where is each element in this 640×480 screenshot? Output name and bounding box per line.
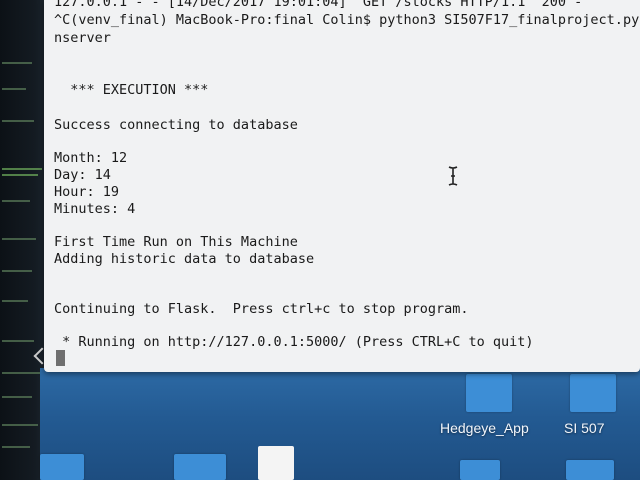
terminal-line: 127.0.0.1 - - [14/Dec/2017 19:01:04] "GE…	[54, 0, 583, 10]
terminal-line: Success connecting to database	[54, 117, 298, 133]
terminal-line: Month: 12	[54, 150, 128, 166]
desktop-folder-icon[interactable]	[174, 454, 226, 480]
terminal-line: Adding historic data to database	[54, 251, 315, 267]
terminal-line: nserver	[54, 30, 111, 46]
desktop: Hedgeye_App SI 507	[40, 368, 640, 480]
terminal-line: Minutes: 4	[54, 201, 136, 217]
terminal-line: Continuing to Flask. Press ctrl+c to sto…	[54, 301, 469, 317]
desktop-icon-label-si507[interactable]: SI 507	[564, 420, 604, 436]
terminal-line: First Time Run on This Machine	[54, 234, 298, 250]
terminal-window[interactable]: 127.0.0.1 - - [14/Dec/2017 19:01:04] "GE…	[44, 0, 640, 372]
desktop-folder-icon[interactable]	[460, 460, 500, 480]
desktop-folder-icon[interactable]	[566, 460, 614, 480]
desktop-folder-icon[interactable]	[466, 374, 512, 412]
terminal-line: ^C(venv_final) MacBook-Pro:final Colin$ …	[54, 12, 640, 28]
ibeam-cursor-icon	[448, 166, 458, 186]
desktop-folder-icon[interactable]	[570, 374, 616, 412]
terminal-line: Day: 14	[54, 167, 111, 183]
terminal-line: Hour: 19	[54, 184, 120, 200]
block-cursor-icon	[56, 350, 65, 366]
terminal-line: *** EXECUTION ***	[54, 82, 209, 98]
desktop-folder-icon[interactable]	[40, 454, 84, 480]
terminal-line: * Running on http://127.0.0.1:5000/ (Pre…	[54, 334, 534, 350]
desktop-icon-label-hedgeye[interactable]: Hedgeye_App	[440, 420, 529, 436]
desktop-document-icon[interactable]	[258, 446, 294, 480]
